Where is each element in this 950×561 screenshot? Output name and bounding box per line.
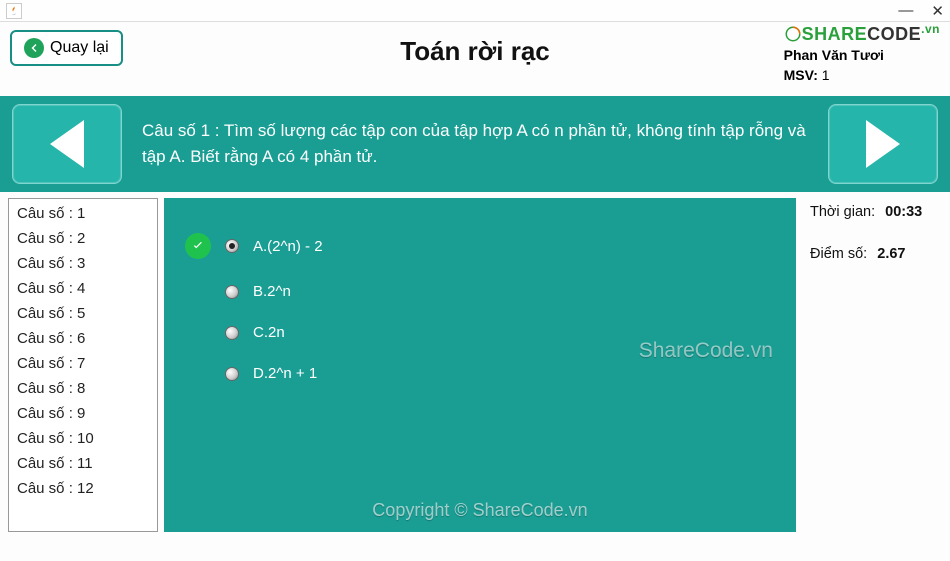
radio-icon[interactable] (225, 239, 239, 253)
brand-logo: SHARECODE.vn (784, 22, 940, 45)
score-value: 2.67 (877, 246, 905, 262)
answer-option[interactable]: D.2^n + 1 (185, 365, 775, 382)
list-item[interactable]: Câu số : 7 (11, 351, 155, 376)
answer-option[interactable]: A.(2^n) - 2 (185, 233, 775, 259)
list-item[interactable]: Câu số : 11 (11, 451, 155, 476)
back-button-label: Quay lại (50, 39, 109, 57)
radio-icon[interactable] (225, 367, 239, 381)
top-bar: Quay lại Toán rời rạc SHARECODE.vn Phan … (0, 22, 950, 96)
prev-question-button[interactable] (12, 104, 122, 184)
list-item[interactable]: Câu số : 10 (11, 426, 155, 451)
back-button[interactable]: Quay lại (10, 30, 123, 66)
time-value: 00:33 (885, 204, 922, 220)
list-item[interactable]: Câu số : 1 (11, 201, 155, 226)
radio-icon[interactable] (225, 326, 239, 340)
back-arrow-icon (24, 38, 44, 58)
student-id: MSV: 1 (784, 67, 940, 83)
list-item[interactable]: Câu số : 6 (11, 326, 155, 351)
score-label: Điểm số: (810, 246, 867, 262)
window-titlebar: — ✕ (0, 0, 950, 22)
page-title: Toán rời rạc (400, 36, 550, 67)
question-list-panel: Câu số : 1Câu số : 2Câu số : 3Câu số : 4… (8, 198, 158, 532)
watermark: ShareCode.vn (639, 339, 773, 363)
answer-label: A.(2^n) - 2 (253, 238, 323, 255)
list-item[interactable]: Câu số : 9 (11, 401, 155, 426)
question-banner: Câu số 1 : Tìm số lượng các tập con của … (0, 96, 950, 192)
list-item[interactable]: Câu số : 12 (11, 476, 155, 501)
next-question-button[interactable] (828, 104, 938, 184)
content-row: Câu số : 1Câu số : 2Câu số : 3Câu số : 4… (0, 192, 950, 532)
answer-label: D.2^n + 1 (253, 365, 317, 382)
answer-label: C.2n (253, 324, 285, 341)
answer-option[interactable]: B.2^n (185, 283, 775, 300)
list-item[interactable]: Câu số : 5 (11, 301, 155, 326)
radio-icon[interactable] (225, 285, 239, 299)
time-label: Thời gian: (810, 204, 875, 220)
student-name: Phan Văn Tươi (784, 47, 940, 63)
answer-label: B.2^n (253, 283, 291, 300)
side-info: Thời gian: 00:33 Điểm số: 2.67 (802, 198, 942, 532)
copyright-watermark: Copyright © ShareCode.vn (372, 500, 587, 521)
window-close-button[interactable]: ✕ (931, 2, 944, 20)
question-list[interactable]: Câu số : 1Câu số : 2Câu số : 3Câu số : 4… (11, 201, 155, 529)
java-icon (6, 3, 22, 19)
window-minimize-button[interactable]: — (898, 2, 913, 20)
triangle-left-icon (42, 116, 92, 172)
question-prompt: Câu số 1 : Tìm số lượng các tập con của … (136, 118, 814, 171)
correct-check-icon (185, 233, 211, 259)
list-item[interactable]: Câu số : 8 (11, 376, 155, 401)
triangle-right-icon (858, 116, 908, 172)
list-item[interactable]: Câu số : 4 (11, 276, 155, 301)
list-item[interactable]: Câu số : 2 (11, 226, 155, 251)
answer-panel: A.(2^n) - 2 B.2^n C.2n D.2^n + 1 ShareCode.… (164, 198, 796, 532)
list-item[interactable]: Câu số : 3 (11, 251, 155, 276)
